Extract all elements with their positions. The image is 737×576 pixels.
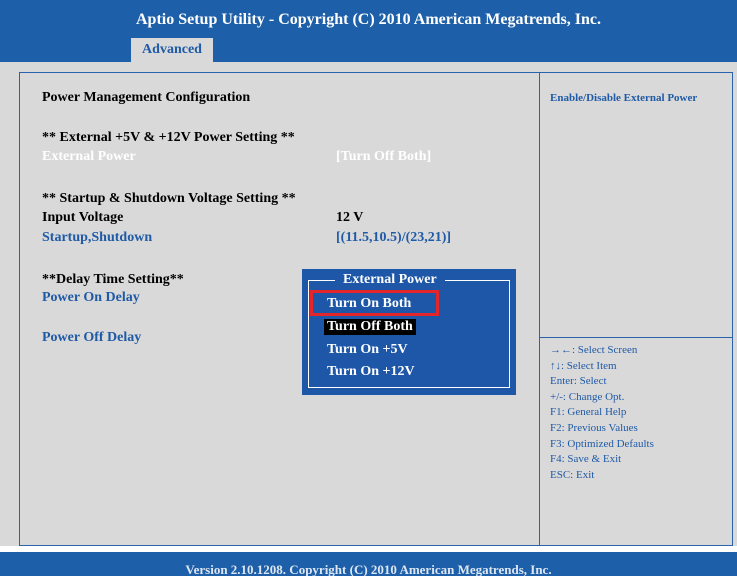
option-turn-on-12v[interactable]: Turn On +12V [327,364,415,380]
delay-time-heading: **Delay Time Setting** [42,272,184,287]
input-voltage-label: Input Voltage [42,210,124,225]
power-on-delay-label[interactable]: Power On Delay [42,290,140,306]
startup-shutdown-label[interactable]: Startup,Shutdown [42,230,152,246]
key-legend-item: →←: Select Screen [550,344,638,356]
key-legend-item: Enter: Select [550,375,607,388]
highlight-box [310,290,439,316]
page-title: Power Management Configuration [42,90,251,105]
footer-version: Version 2.10.1208. Copyright (C) 2010 Am… [0,552,737,576]
key-legend-item: +/-: Change Opt. [550,390,625,403]
tab-bar [0,34,737,62]
external-power-value[interactable]: [Turn Off Both] [336,149,431,165]
option-turn-on-5v[interactable]: Turn On +5V [327,342,408,358]
input-voltage-value: 12 V [336,210,364,225]
external-power-heading: ** External +5V & +12V Power Setting ** [42,130,295,145]
key-legend-item: F1: General Help [550,406,627,419]
key-legend-item: F4: Save & Exit [550,453,622,466]
key-legend-item: F3: Optimized Defaults [550,437,654,450]
key-legend: →←: Select Screen ↑↓: Select Item Enter:… [550,343,654,483]
startup-shutdown-value[interactable]: [(11.5,10.5)/(23,21)] [336,230,451,246]
option-turn-off-both[interactable]: Turn Off Both [324,319,416,335]
power-off-delay-label[interactable]: Power Off Delay [42,330,141,346]
key-legend-item: ESC: Exit [550,468,595,481]
external-power-label[interactable]: External Power [42,149,136,165]
key-legend-item: ↑↓: Select Item [550,359,617,372]
key-legend-item: F2: Previous Values [550,421,638,434]
help-description: Enable/Disable External Power [550,92,698,104]
title-bar: Aptio Setup Utility - Copyright (C) 2010… [0,0,737,34]
help-keys-divider [540,337,733,338]
tab-advanced[interactable]: Advanced [131,38,213,62]
voltage-setting-heading: ** Startup & Shutdown Voltage Setting ** [42,191,296,206]
help-panel-divider [539,72,540,546]
popup-title: External Power [335,271,445,289]
